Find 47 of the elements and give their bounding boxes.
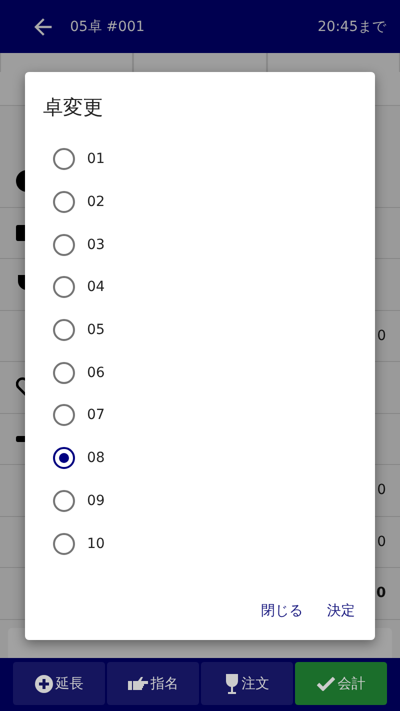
option-label: 07 — [87, 407, 105, 424]
radio-button[interactable] — [53, 490, 75, 512]
radio-option[interactable]: 07 — [25, 394, 375, 437]
radio-option[interactable]: 02 — [25, 180, 375, 224]
radio-button[interactable] — [53, 532, 75, 555]
action-button[interactable]: 指名 — [107, 662, 199, 705]
row-value: 0 — [377, 328, 386, 344]
checkout-button[interactable]: 会計 — [295, 662, 387, 705]
action-button[interactable]: 延長 — [13, 662, 105, 705]
radio-option[interactable]: 05 — [25, 308, 375, 352]
option-label: 01 — [87, 151, 105, 168]
row-value: 0 — [377, 534, 386, 550]
option-label: 03 — [87, 236, 105, 253]
option-label: 06 — [87, 364, 105, 381]
radio-button[interactable] — [53, 362, 75, 384]
radio-option[interactable]: 04 — [25, 266, 375, 309]
radio-button[interactable] — [53, 276, 75, 298]
radio-button[interactable] — [53, 447, 75, 470]
dialog-button[interactable]: 閉じる — [251, 594, 313, 628]
action-button[interactable]: 注文 — [201, 662, 293, 705]
radio-option[interactable]: 03 — [25, 223, 375, 266]
radio-option[interactable]: 09 — [25, 480, 375, 522]
option-label: 09 — [87, 492, 105, 509]
table-title: 05卓 #001 — [70, 18, 145, 36]
plus-circle-icon — [34, 674, 52, 692]
radio-option[interactable]: 06 — [25, 351, 375, 394]
row-value: 0 — [377, 482, 386, 498]
row-value: 0 — [376, 585, 386, 602]
option-label: 05 — [87, 322, 105, 338]
radio-button[interactable] — [53, 234, 75, 256]
wine-glass-icon — [224, 674, 238, 694]
pointing-hand-icon — [128, 676, 148, 692]
end-time: 20:45まで — [318, 18, 386, 36]
option-label: 08 — [87, 450, 105, 466]
radio-button[interactable] — [53, 319, 75, 342]
check-icon — [316, 676, 334, 690]
radio-option[interactable]: 08 — [25, 436, 375, 480]
option-label: 02 — [87, 194, 105, 210]
option-label: 10 — [87, 536, 105, 552]
radio-option[interactable]: 10 — [25, 522, 375, 565]
radio-option[interactable]: 01 — [25, 138, 375, 181]
option-label: 04 — [87, 279, 105, 296]
dialog-title: 卓変更 — [43, 95, 103, 119]
radio-button[interactable] — [53, 404, 75, 426]
radio-button[interactable] — [53, 148, 75, 170]
dialog-button[interactable]: 決定 — [317, 594, 365, 628]
radio-button[interactable] — [53, 191, 75, 214]
